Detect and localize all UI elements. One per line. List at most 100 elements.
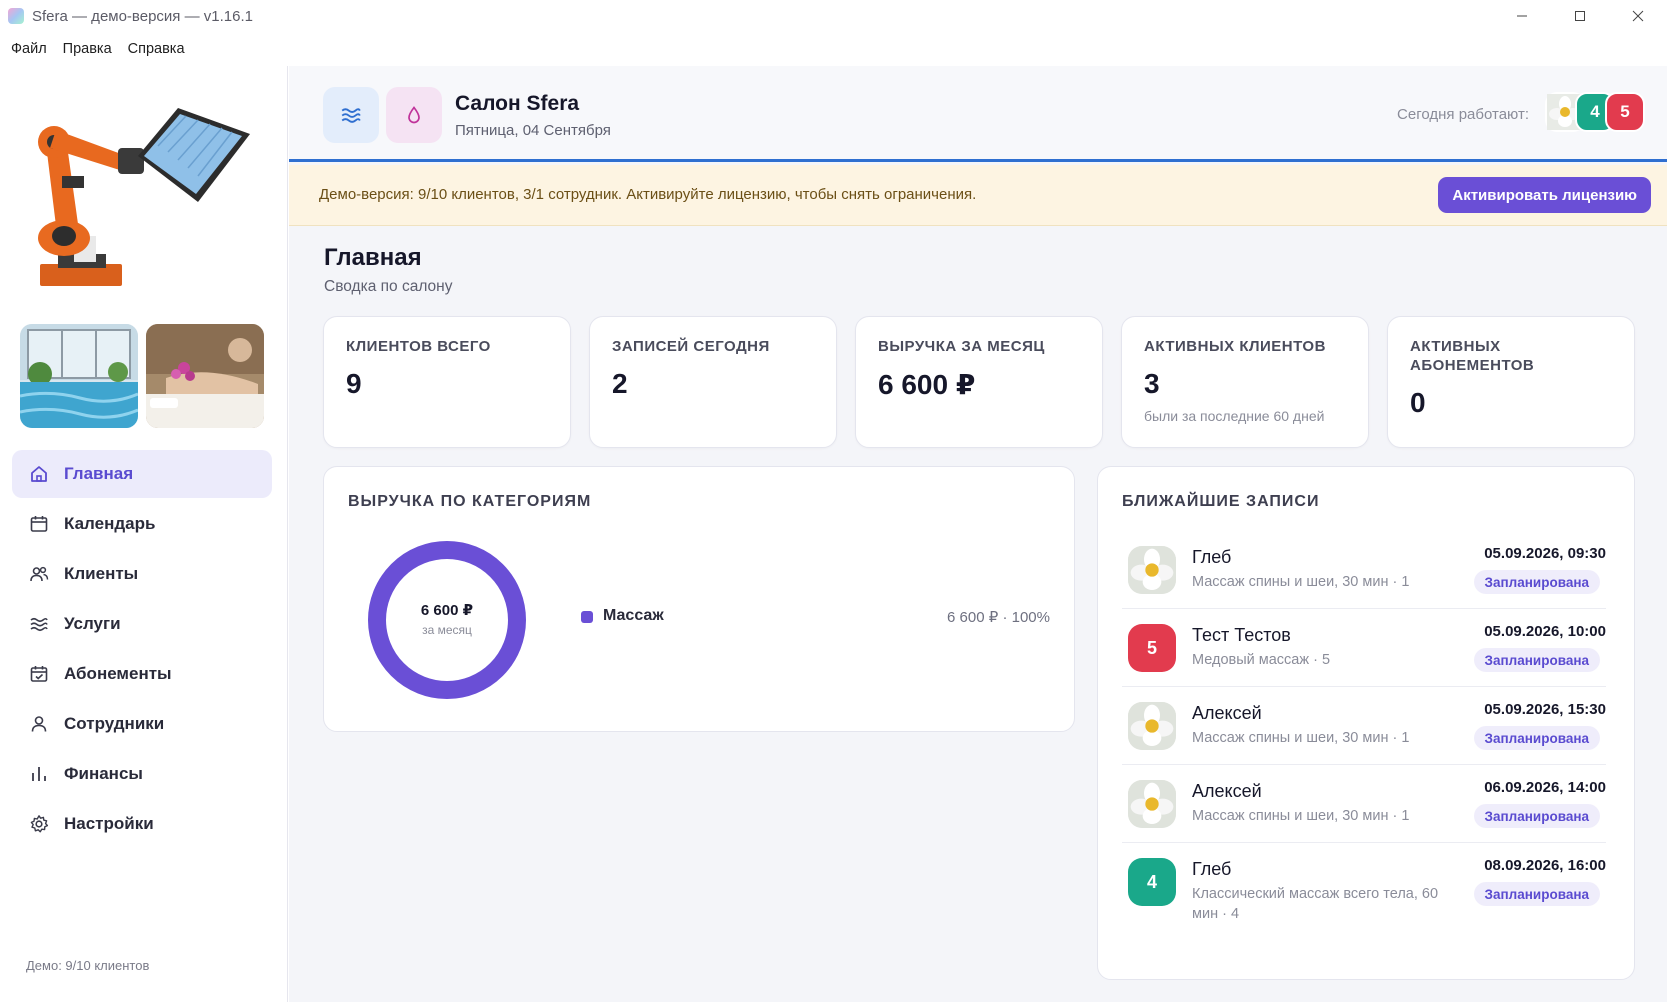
- status-badge: Запланирована: [1473, 570, 1600, 594]
- client-name: Алексей: [1192, 703, 1262, 723]
- close-icon: [1632, 10, 1644, 22]
- waves-icon: [341, 108, 361, 123]
- appointment-datetime: 05.09.2026, 15:30: [1484, 701, 1606, 718]
- kpi-value: 2: [612, 368, 628, 399]
- kpi-row: Клиентов всего 9 Записей сегодня 2 Выруч…: [323, 316, 1635, 448]
- maximize-button[interactable]: [1551, 0, 1609, 32]
- revenue-donut: [368, 541, 526, 699]
- kpi-value: 9: [346, 368, 362, 399]
- client-name: Алексей: [1192, 781, 1262, 801]
- list-item[interactable]: 5 Тест Тестов Медовый массаж · 5 05.09.2…: [1122, 609, 1606, 687]
- list-item[interactable]: Алексей Массаж спины и шеи, 30 мин · 1 0…: [1122, 765, 1606, 843]
- menu-bar: Файл Правка Справка: [0, 32, 1667, 66]
- status-badge: Запланирована: [1473, 648, 1600, 672]
- maximize-icon: [1575, 11, 1585, 21]
- sidebar-item-home[interactable]: Главная: [12, 450, 272, 498]
- menu-edit[interactable]: Правка: [58, 41, 117, 57]
- kpi-card-active-subscriptions: Активных абонементов 0: [1387, 316, 1635, 448]
- service-text: Массаж спины и шеи, 30 мин · 1: [1192, 730, 1410, 746]
- activate-license-button[interactable]: Активировать лицензию: [1438, 177, 1651, 213]
- donut-total: 6 600 ₽: [420, 602, 474, 619]
- sidebar-item-label: Абонементы: [64, 664, 172, 683]
- home-icon: [28, 463, 50, 485]
- user-icon: [28, 713, 50, 735]
- appointment-datetime: 06.09.2026, 14:00: [1484, 779, 1606, 796]
- revenue-by-category-card: Выручка по категориям 6 600 ₽ за месяц М…: [323, 466, 1075, 732]
- sidebar-item-label: Услуги: [64, 614, 121, 633]
- page-title: Главная: [324, 244, 422, 271]
- main-content: Салон Sfera Пятница, 04 Сентября Сегодня…: [289, 66, 1667, 1002]
- kpi-value: 6 600 ₽: [878, 369, 976, 400]
- current-date: Пятница, 04 Сентября: [455, 122, 611, 139]
- card-title: Ближайшие записи: [1122, 493, 1320, 510]
- kpi-label: Записей сегодня: [612, 338, 770, 355]
- sidebar-item-settings[interactable]: Настройки: [12, 800, 272, 848]
- minimize-icon: [1517, 15, 1527, 17]
- demo-banner-text: Демо-версия: 9/10 клиентов, 3/1 сотрудни…: [319, 186, 977, 203]
- sidebar-item-services[interactable]: Услуги: [12, 600, 272, 648]
- kpi-card-monthly-revenue: Выручка за месяц 6 600 ₽: [855, 316, 1103, 448]
- service-text: Массаж спины и шеи, 30 мин · 1: [1192, 808, 1410, 824]
- list-item[interactable]: Алексей Массаж спины и шеи, 30 мин · 1 0…: [1122, 687, 1606, 765]
- legend-swatch: [581, 611, 593, 623]
- client-avatar: [1128, 546, 1176, 594]
- top-header: Салон Sfera Пятница, 04 Сентября Сегодня…: [289, 66, 1667, 162]
- list-item[interactable]: Глеб Массаж спины и шеи, 30 мин · 1 05.0…: [1122, 531, 1606, 609]
- sidebar-item-label: Календарь: [64, 514, 156, 533]
- sidebar-item-label: Сотрудники: [64, 714, 165, 733]
- minimize-button[interactable]: [1493, 0, 1551, 32]
- list-item[interactable]: 4 Глеб Классический массаж всего тела, 6…: [1122, 843, 1606, 931]
- kpi-label: Активных клиентов: [1144, 338, 1326, 355]
- bar-chart-icon: [28, 763, 50, 785]
- kpi-card-clients-total: Клиентов всего 9: [323, 316, 571, 448]
- donut-segment-massage: [368, 541, 526, 699]
- kpi-label: Выручка за месяц: [878, 338, 1045, 355]
- appointment-datetime: 08.09.2026, 16:00: [1484, 857, 1606, 874]
- pool-photo: [20, 324, 138, 428]
- client-avatar: 4: [1128, 858, 1176, 906]
- sidebar-item-label: Финансы: [64, 764, 143, 783]
- client-name: Тест Тестов: [1192, 625, 1291, 645]
- drop-shortcut[interactable]: [386, 87, 442, 143]
- salon-name: Салон Sfera: [455, 92, 580, 115]
- menu-help[interactable]: Справка: [123, 41, 190, 57]
- sidebar-nav: Главная Календарь Клиенты Услуги Абонеме…: [12, 450, 272, 850]
- sidebar-item-calendar[interactable]: Календарь: [12, 500, 272, 548]
- services-shortcut[interactable]: [323, 87, 379, 143]
- flower-icon: [1128, 702, 1176, 750]
- legend-category-name: Массаж: [603, 607, 664, 624]
- drop-icon: [408, 106, 420, 124]
- kpi-label: Клиентов всего: [346, 338, 491, 355]
- status-badge: Запланирована: [1473, 726, 1600, 750]
- sidebar-item-label: Настройки: [64, 814, 154, 833]
- client-avatar: [1128, 702, 1176, 750]
- menu-file[interactable]: Файл: [6, 41, 52, 57]
- service-text: Классический массаж всего тела, 60 мин ·…: [1192, 886, 1439, 922]
- appointment-datetime: 05.09.2026, 10:00: [1484, 623, 1606, 640]
- kpi-label: Активных абонементов: [1410, 338, 1535, 374]
- window-controls: [1493, 0, 1667, 32]
- status-badge: Запланирована: [1473, 804, 1600, 828]
- sidebar-item-clients[interactable]: Клиенты: [12, 550, 272, 598]
- staff-avatar[interactable]: 5: [1605, 92, 1645, 132]
- demo-banner: Демо-версия: 9/10 клиентов, 3/1 сотрудни…: [289, 165, 1667, 226]
- kpi-value: 0: [1410, 387, 1426, 418]
- sidebar: Главная Календарь Клиенты Услуги Абонеме…: [0, 66, 288, 1002]
- sidebar-item-subscriptions[interactable]: Абонементы: [12, 650, 272, 698]
- title-bar: Sfera — демо-версия — v1.16.1: [0, 0, 1667, 32]
- appointment-datetime: 05.09.2026, 09:30: [1484, 545, 1606, 562]
- sidebar-item-staff[interactable]: Сотрудники: [12, 700, 272, 748]
- users-icon: [28, 563, 50, 585]
- service-text: Массаж спины и шеи, 30 мин · 1: [1192, 574, 1410, 590]
- staff-avatars: 4 5: [1545, 92, 1645, 132]
- donut-total-subtext: за месяц: [422, 623, 472, 637]
- sidebar-item-finance[interactable]: Финансы: [12, 750, 272, 798]
- massage-photo: [146, 324, 264, 428]
- client-avatar: 5: [1128, 624, 1176, 672]
- calendar-check-icon: [28, 663, 50, 685]
- kpi-value: 3: [1144, 368, 1160, 399]
- client-avatar: [1128, 780, 1176, 828]
- close-button[interactable]: [1609, 0, 1667, 32]
- upcoming-appointments-card: Ближайшие записи Глеб Массаж спины и шеи…: [1097, 466, 1635, 980]
- flower-icon: [1128, 546, 1176, 594]
